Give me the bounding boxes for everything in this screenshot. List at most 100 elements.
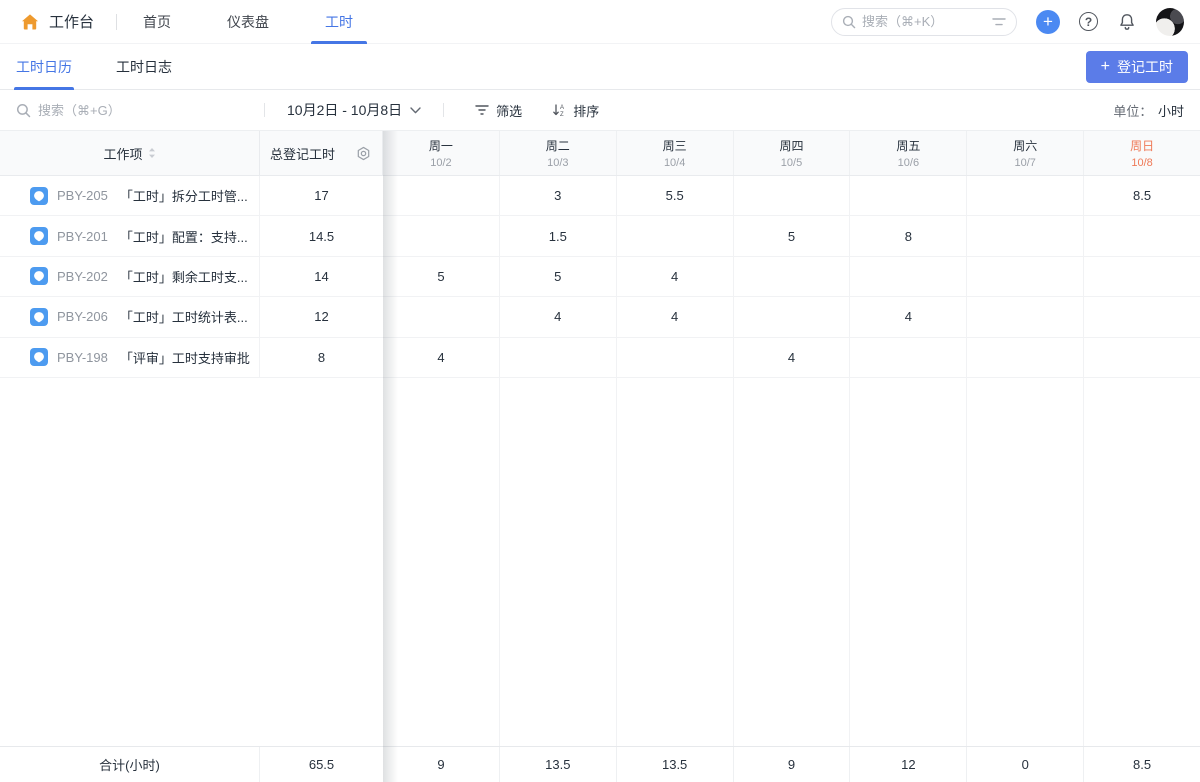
topnav-item-2[interactable]: 工时: [311, 0, 368, 44]
worklog-cell[interactable]: [500, 337, 617, 377]
tab-1[interactable]: 工时日志: [116, 44, 172, 90]
table-search[interactable]: [16, 102, 248, 118]
worklog-cell[interactable]: 5: [500, 256, 617, 297]
work-item-cell[interactable]: PBY-202 「工时」剩余工时支...: [0, 256, 260, 297]
work-item-title: 「工时」剩余工时支...: [119, 269, 248, 285]
weekday-label: 周六: [1013, 139, 1038, 153]
day-header: 周五 10/6: [850, 131, 968, 175]
worklog-cell[interactable]: [850, 337, 968, 377]
help-button[interactable]: ?: [1079, 12, 1098, 31]
toolbar-divider: [264, 103, 265, 117]
footer-day-total: 9: [383, 747, 500, 782]
worklog-cell[interactable]: [850, 256, 968, 297]
home-icon: [20, 12, 40, 32]
worklog-cell[interactable]: [734, 256, 851, 297]
worklog-cell[interactable]: 4: [734, 337, 851, 377]
empty-day-column: [850, 377, 968, 746]
worklog-cell[interactable]: [383, 176, 500, 216]
worklog-cell[interactable]: [967, 337, 1085, 377]
worklog-cell[interactable]: 5: [383, 256, 500, 297]
column-header-item[interactable]: 工作项: [0, 131, 260, 175]
work-item-title: 「评审」工时支持审批: [119, 350, 250, 366]
user-avatar[interactable]: [1156, 7, 1184, 36]
column-settings-button[interactable]: [345, 131, 383, 175]
global-search[interactable]: [831, 7, 1017, 36]
notification-bell-icon[interactable]: [1117, 12, 1137, 32]
table-search-input[interactable]: [38, 102, 208, 118]
work-item-type-icon: [30, 227, 48, 246]
sort-button[interactable]: AZ 排序: [552, 101, 599, 120]
workspace-brand[interactable]: 工作台: [20, 11, 94, 32]
weekday-label: 周五: [896, 139, 921, 153]
work-item-cell[interactable]: PBY-198 「评审」工时支持审批: [0, 337, 260, 377]
worklog-cell[interactable]: [967, 216, 1085, 256]
sort-carets-icon: [148, 147, 156, 159]
weekday-label: 周日: [1130, 139, 1155, 153]
work-item-cell[interactable]: PBY-201 「工时」配置：支持...: [0, 216, 260, 256]
empty-day-column: [967, 377, 1085, 746]
work-item-type-icon: [30, 186, 48, 205]
worklog-cell[interactable]: 5.5: [617, 176, 734, 216]
worklog-cell[interactable]: 1.5: [500, 216, 617, 256]
register-worklog-button[interactable]: + 登记工时: [1085, 50, 1188, 83]
column-header-total: 总登记工时: [260, 131, 345, 175]
worklog-cell[interactable]: 5: [734, 216, 851, 256]
worklog-cell[interactable]: [1084, 257, 1200, 296]
weekday-label: 周二: [545, 139, 570, 153]
work-item-id: PBY-198: [57, 349, 108, 365]
work-item-id: PBY-206: [57, 309, 108, 325]
row-day-cells: 1.5 5 8: [383, 216, 1200, 256]
worklog-cell[interactable]: 4: [617, 256, 734, 297]
tab-0[interactable]: 工时日历: [14, 44, 74, 90]
topbar-right: + ?: [831, 7, 1184, 36]
nav-divider: [116, 13, 118, 30]
date-label: 10/4: [663, 157, 686, 169]
table-row: PBY-205 「工时」拆分工时管... 17 3 5.5 8.5: [0, 176, 1200, 217]
footer-day-total: 9: [734, 747, 851, 782]
unit-value: 小时: [1157, 103, 1184, 119]
weekday-label: 周四: [779, 139, 804, 153]
worklog-cell[interactable]: [1084, 338, 1200, 377]
worklog-cell[interactable]: [734, 297, 851, 337]
topbar: 工作台 首页 仪表盘工时 + ?: [0, 0, 1200, 44]
worklog-cell[interactable]: [1084, 297, 1200, 336]
work-item-type-icon: [30, 267, 48, 286]
day-header: 周四 10/5: [734, 131, 851, 175]
worklog-cell[interactable]: [1084, 216, 1200, 255]
row-day-cells: 554: [383, 256, 1200, 297]
create-button[interactable]: +: [1036, 9, 1060, 34]
work-item-cell[interactable]: PBY-206 「工时」工时统计表...: [0, 297, 260, 337]
row-day-cells: 3 5.5 8.5: [383, 176, 1200, 216]
worklog-cell[interactable]: 4: [850, 297, 968, 337]
date-label: 10/5: [780, 157, 803, 169]
worklog-cell[interactable]: 8: [850, 216, 968, 256]
global-search-input[interactable]: [862, 14, 986, 29]
worklog-cell[interactable]: [850, 176, 968, 216]
worklog-cell[interactable]: [967, 297, 1085, 337]
unit-label: 单位：: [1113, 103, 1153, 119]
filter-button[interactable]: 筛选: [475, 101, 522, 120]
worklog-cell[interactable]: [617, 216, 734, 256]
worklog-cell[interactable]: [383, 297, 500, 337]
date-range-picker[interactable]: 10月2日 - 10月8日: [281, 100, 427, 120]
worklog-cell[interactable]: [734, 176, 851, 216]
work-item-cell[interactable]: PBY-205 「工时」拆分工时管...: [0, 176, 260, 216]
topnav-item-1[interactable]: 仪表盘: [227, 0, 269, 44]
worklog-cell[interactable]: 3: [500, 176, 617, 216]
worklog-cell[interactable]: [967, 176, 1085, 216]
row-day-cells: 44: [383, 337, 1200, 377]
worklog-cell[interactable]: 4: [617, 297, 734, 337]
empty-day-column: [734, 377, 851, 746]
worklog-cell[interactable]: [383, 216, 500, 256]
worklog-cell[interactable]: 4: [500, 297, 617, 337]
grid-header-row: 工作项 总登记工时 周一 10/2 周二 10/3 周三 10/4 周四 10/5 周五 10/6…: [0, 131, 1200, 176]
footer-grand-total: 65.5: [308, 757, 335, 772]
svg-text:A: A: [560, 105, 564, 111]
search-filter-icon[interactable]: [992, 16, 1006, 28]
worklog-cell[interactable]: 8.5: [1084, 176, 1200, 215]
work-item-title: 「工时」配置：支持...: [119, 229, 248, 245]
worklog-cell[interactable]: 4: [383, 337, 500, 377]
topnav-item-0[interactable]: 首页: [143, 0, 171, 44]
worklog-cell[interactable]: [617, 337, 734, 377]
worklog-cell[interactable]: [967, 256, 1085, 297]
